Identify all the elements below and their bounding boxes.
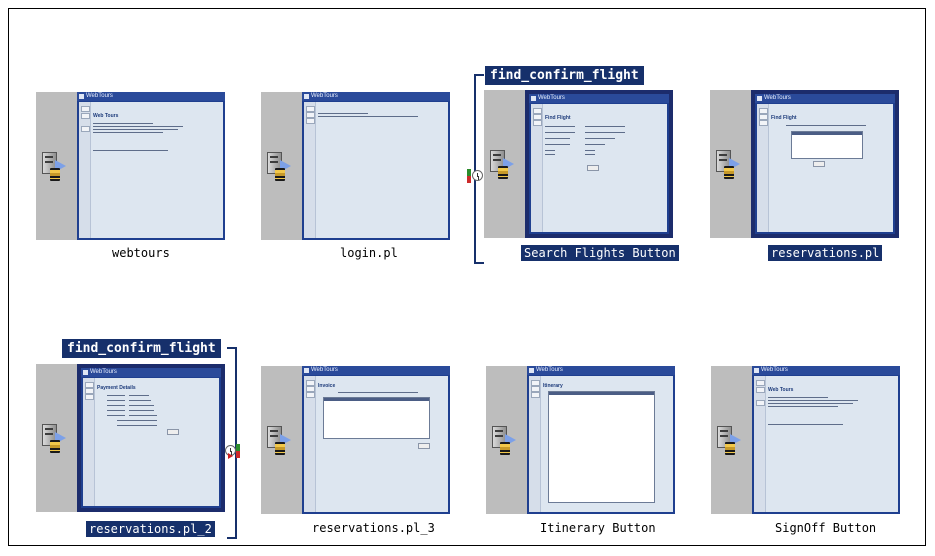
server-icon	[714, 148, 744, 180]
page-snapshot: WebTours	[302, 92, 450, 240]
step-label[interactable]: reservations.pl	[768, 245, 883, 261]
page-snapshot: WebTours Web Tours	[752, 366, 900, 514]
step-thumbnail-webtours[interactable]: WebTours Web Tours	[36, 92, 226, 240]
snapshot-title: Web Tours	[768, 387, 794, 393]
transaction-bracket	[227, 347, 237, 539]
step-thumbnail-signoff[interactable]: WebTours Web Tours	[711, 366, 901, 514]
page-snapshot: WebTours Itinerary	[527, 366, 675, 514]
step-label[interactable]: reservations.pl_2	[86, 521, 215, 537]
brand-text: WebTours	[536, 367, 563, 373]
step-thumbnail-reservations-3[interactable]: WebTours Invoice	[261, 366, 451, 514]
hourglass-icon	[724, 166, 734, 179]
server-icon	[490, 424, 520, 456]
brand-text: WebTours	[86, 93, 113, 99]
brand-text: WebTours	[538, 95, 565, 101]
step-thumbnail-itinerary[interactable]: WebTours Itinerary	[486, 366, 676, 514]
step-thumbnail-reservations[interactable]: WebTours Find Flight	[710, 90, 900, 238]
step-label[interactable]: SignOff Button	[775, 521, 876, 535]
page-snapshot: WebTours Payment Details	[77, 364, 225, 512]
brand-text: WebTours	[90, 369, 117, 375]
transaction-label[interactable]: find_confirm_flight	[485, 66, 644, 85]
server-icon	[265, 150, 295, 182]
brand-text: WebTours	[311, 367, 338, 373]
hourglass-icon	[50, 168, 60, 181]
hourglass-icon	[275, 442, 285, 455]
brand-text: WebTours	[311, 93, 338, 99]
snapshot-title: Find Flight	[771, 115, 797, 121]
snapshot-title: Invoice	[318, 383, 336, 389]
server-icon	[40, 422, 70, 454]
page-snapshot: WebTours Web Tours	[77, 92, 225, 240]
hourglass-icon	[275, 168, 285, 181]
transaction-label[interactable]: find_confirm_flight	[62, 339, 221, 358]
page-snapshot: WebTours Find Flight	[525, 90, 673, 238]
step-label[interactable]: Itinerary Button	[540, 521, 656, 535]
server-icon	[40, 150, 70, 182]
step-label[interactable]: login.pl	[340, 246, 398, 260]
hourglass-icon	[498, 166, 508, 179]
server-icon	[715, 424, 745, 456]
brand-text: WebTours	[764, 95, 791, 101]
hourglass-icon	[725, 442, 735, 455]
hourglass-icon	[50, 440, 60, 453]
transaction-end-icon[interactable]	[225, 444, 241, 459]
step-thumbnail-login[interactable]: WebTours	[261, 92, 451, 240]
step-thumbnail-reservations-2[interactable]: WebTours Payment Details	[36, 364, 226, 512]
snapshot-title: Payment Details	[97, 385, 136, 391]
snapshot-title: Itinerary	[543, 383, 563, 389]
snapshot-title: Web Tours	[93, 113, 119, 119]
step-label[interactable]: reservations.pl_3	[312, 521, 435, 535]
hourglass-icon	[500, 442, 510, 455]
page-snapshot: WebTours Invoice	[302, 366, 450, 514]
transaction-start-icon[interactable]	[467, 169, 483, 183]
step-thumbnail-search-flights[interactable]: WebTours Find Flight	[484, 90, 674, 238]
step-label[interactable]: Search Flights Button	[521, 245, 679, 261]
server-icon	[488, 148, 518, 180]
brand-text: WebTours	[761, 367, 788, 373]
snapshot-title: Find Flight	[545, 115, 571, 121]
step-label[interactable]: webtours	[112, 246, 170, 260]
server-icon	[265, 424, 295, 456]
page-snapshot: WebTours Find Flight	[751, 90, 899, 238]
